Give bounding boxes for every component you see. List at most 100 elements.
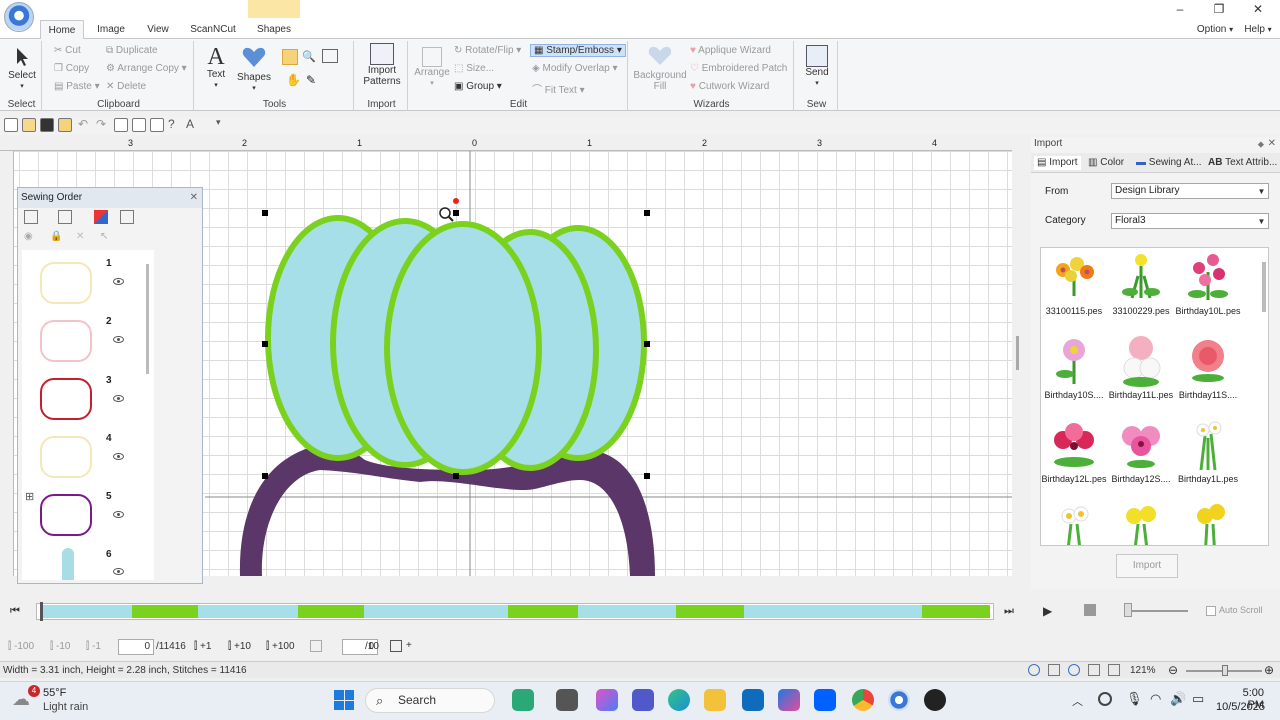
customize-chevron-icon[interactable]: ▾ (216, 117, 221, 128)
back-100-button[interactable]: ⫿ -100 (8, 641, 34, 652)
rewind-start-icon[interactable]: ⏮ (10, 605, 20, 618)
cut-order-icon[interactable]: ✕ (76, 231, 84, 242)
applique-wizard-button[interactable]: ♥ Applique Wizard (690, 45, 771, 56)
eye-icon[interactable] (113, 336, 124, 343)
copy-button[interactable]: ❐ Copy (54, 63, 89, 74)
tab-home[interactable]: Home (40, 20, 84, 40)
design-thumbnail[interactable] (1175, 500, 1241, 545)
maximize-button[interactable]: ❐ (1206, 2, 1232, 18)
cricut-app-icon[interactable] (512, 689, 534, 711)
stop-icon[interactable] (1084, 604, 1096, 616)
lock-icon[interactable]: 🔒 (50, 231, 62, 242)
wifi-icon[interactable]: ◠ (1150, 691, 1161, 707)
cutwork-wizard-button[interactable]: ♥ Cutwork Wizard (690, 81, 769, 92)
text-button[interactable]: A Text ▾ (200, 45, 232, 91)
battery-icon[interactable]: ▭ (1192, 691, 1204, 707)
color-step-forward-icon[interactable] (390, 640, 402, 652)
stamp-emboss-button[interactable]: ▦ Stamp/Emboss ▾ (530, 44, 626, 57)
auto-scroll-checkbox[interactable] (1206, 606, 1216, 616)
tab-color[interactable]: ▥ Color (1088, 156, 1124, 170)
design-thumbnail[interactable]: Birthday12S.... (1108, 416, 1174, 484)
m365-icon[interactable] (778, 689, 800, 711)
list-item[interactable] (40, 494, 92, 536)
tab-import[interactable]: ▤ Import (1034, 156, 1081, 170)
zoom-out-icon[interactable]: 🔍 (302, 50, 316, 63)
tab-sewing-attributes[interactable]: ▬ Sewing At... (1136, 156, 1202, 170)
category-select[interactable]: Floral3 ▼ (1111, 213, 1269, 229)
zoom-slider-thumb[interactable] (1222, 665, 1228, 676)
zoom-out-button[interactable]: ⊖ (1168, 662, 1178, 679)
send-button[interactable]: Send ▾ (800, 45, 834, 89)
design-thumbnail[interactable]: Birthday10L.pes (1175, 248, 1241, 316)
pan-hand-icon[interactable]: ✋ (286, 73, 301, 87)
app-menu-icon[interactable] (4, 2, 34, 32)
windows-start-icon[interactable] (334, 690, 354, 710)
pin-icon[interactable]: ⬥ (1258, 137, 1264, 151)
outlook-icon[interactable] (742, 689, 764, 711)
zoom-icon[interactable] (58, 118, 72, 132)
frame-view-icon[interactable] (120, 210, 134, 224)
stitch-counter-input[interactable]: 0 (118, 639, 154, 655)
design-thumbnail[interactable]: Birthday12L.pes (1041, 416, 1107, 484)
teams-icon[interactable] (632, 689, 654, 711)
tab-scanncut[interactable]: ScanNCut (184, 20, 242, 39)
save-icon[interactable] (40, 118, 54, 132)
shapes-button[interactable]: Shapes ▾ (236, 45, 272, 94)
view-mode-icon[interactable] (1028, 664, 1040, 676)
close-panel-icon[interactable]: ✕ (190, 188, 198, 208)
from-select[interactable]: Design Library ▼ (1111, 183, 1269, 199)
security-icon[interactable] (1098, 692, 1112, 706)
view-mode-icon[interactable] (1068, 664, 1080, 676)
tab-image[interactable]: Image (88, 20, 134, 39)
import-patterns-button[interactable]: Import Patterns (360, 43, 404, 87)
modify-overlap-button[interactable]: ◈ Modify Overlap ▾ (532, 63, 618, 74)
eye-icon[interactable] (113, 453, 124, 460)
design-thumbnail[interactable] (1108, 500, 1174, 545)
weather-widget[interactable]: ☁ 4 (12, 685, 40, 713)
visibility-icon[interactable]: ◉ (24, 231, 33, 242)
play-icon[interactable]: ▶ (1043, 604, 1052, 618)
design-thumbnail[interactable] (1041, 500, 1107, 545)
copilot-icon[interactable] (596, 689, 618, 711)
background-fill-button[interactable]: Background Fill (632, 45, 688, 92)
show-hidden-icons-chevron-icon[interactable]: ︿ (1072, 693, 1083, 709)
delete-button[interactable]: ✕ Delete (106, 81, 146, 92)
skip-end-icon[interactable]: ⏭ (1004, 605, 1014, 618)
frame-icon[interactable] (132, 118, 146, 132)
design-thumbnail[interactable]: Birthday11S.... (1175, 332, 1241, 400)
design-thumbnail[interactable]: Birthday1L.pes (1175, 416, 1241, 484)
list-item[interactable] (40, 262, 92, 304)
view-mode-icon[interactable] (1048, 664, 1060, 676)
edge-browser-icon[interactable] (668, 689, 690, 711)
open-folder-icon[interactable] (22, 118, 36, 132)
design-thumbnail[interactable]: Birthday11L.pes (1108, 332, 1174, 400)
group-order-icon[interactable] (58, 210, 72, 224)
microphone-icon[interactable]: 🎙 (1126, 691, 1143, 707)
speed-slider[interactable] (1126, 610, 1188, 612)
eye-icon[interactable] (113, 278, 124, 285)
volume-icon[interactable]: 🔊 (1170, 691, 1186, 707)
paste-button[interactable]: ▤ Paste ▾ (54, 81, 100, 92)
speed-slider-thumb[interactable] (1124, 603, 1132, 617)
layout-icon[interactable] (150, 118, 164, 132)
zoom-in-button[interactable]: ⊕ (1264, 662, 1274, 679)
list-item[interactable] (62, 548, 74, 580)
list-item[interactable] (40, 320, 92, 362)
eye-icon[interactable] (113, 511, 124, 518)
view-mode-icon[interactable] (1088, 664, 1100, 676)
taskbar-search[interactable]: ⌕ Search (365, 688, 495, 713)
cut-button[interactable]: ✂ Cut (54, 45, 81, 56)
design-thumbnail[interactable]: 33100115.pes (1041, 248, 1107, 316)
eye-icon[interactable] (113, 395, 124, 402)
eyedropper-icon[interactable]: ✎ (306, 73, 316, 87)
pointer-icon[interactable]: ↖ (100, 231, 108, 242)
clock-date[interactable]: 10/5/2025 (1216, 701, 1265, 713)
design-thumbnail[interactable]: 33100229.pes (1108, 248, 1174, 316)
terminal-icon[interactable] (556, 689, 578, 711)
duplicate-button[interactable]: ⧉ Duplicate (106, 45, 158, 56)
back-1-button[interactable]: ⫿ -1 (86, 641, 101, 652)
arrange-copy-button[interactable]: ⚙ Arrange Copy ▾ (106, 63, 187, 74)
close-import-icon[interactable]: ✕ (1268, 137, 1276, 151)
select-button[interactable]: Select ▾ (5, 47, 39, 92)
list-item[interactable] (40, 436, 92, 478)
